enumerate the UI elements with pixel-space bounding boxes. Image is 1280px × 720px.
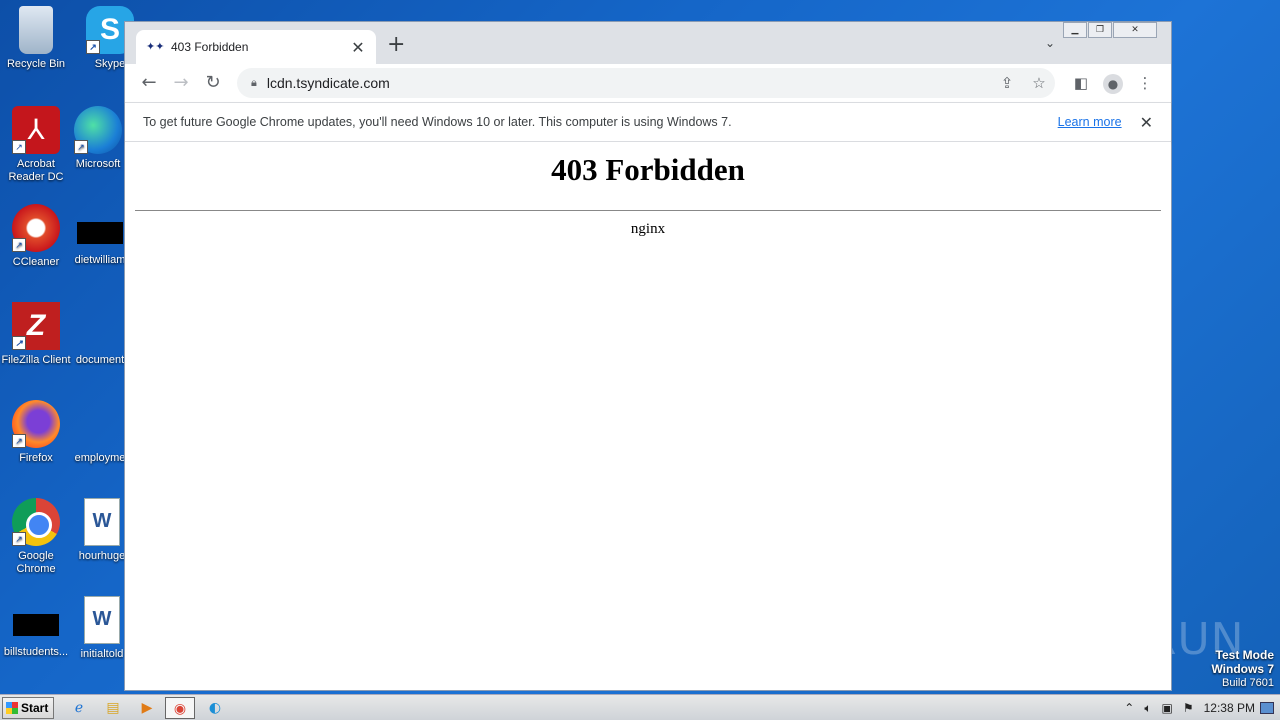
server-name: nginx xyxy=(630,221,666,237)
share-icon[interactable]: ⇪ xyxy=(991,74,1023,92)
page-title: 403 Forbidden xyxy=(551,152,745,187)
chrome-window: ✦✦ 403 Forbidden ✕ + ⌄ ▁ ❐ ✕ ← → ↻ 🔒︎ lc… xyxy=(124,21,1172,691)
desktop-icon-label: Recycle Bin xyxy=(6,58,66,70)
tab-title: 403 Forbidden xyxy=(171,40,249,54)
address-bar[interactable]: 🔒︎ lcdn.tsyndicate.com ⇪ ☆ xyxy=(237,68,1055,98)
ie-icon[interactable]: ℯ xyxy=(64,697,94,719)
show-desktop-button[interactable] xyxy=(1260,702,1274,714)
page-content: 403 Forbidden nginx xyxy=(125,142,1171,690)
restore-button[interactable]: ❐ xyxy=(1088,22,1112,38)
side-panel-icon[interactable]: ◧ xyxy=(1065,68,1097,98)
network-icon[interactable]: ▣ xyxy=(1162,701,1173,715)
divider xyxy=(135,210,1161,211)
file-icon xyxy=(76,302,124,350)
tab-strip: ✦✦ 403 Forbidden ✕ + ⌄ ▁ ❐ ✕ xyxy=(125,22,1171,64)
window-controls: ▁ ❐ ✕ xyxy=(1062,22,1157,38)
explorer-icon[interactable]: ▤ xyxy=(98,697,128,719)
bookmark-star-icon[interactable]: ☆ xyxy=(1023,74,1055,92)
test-mode-line3: Build 7601 xyxy=(1222,677,1274,689)
chrome-icon: ↗ xyxy=(12,498,60,546)
start-label: Start xyxy=(21,701,49,715)
desktop-icon-label: Google Chrome xyxy=(16,550,56,575)
recycle-bin-icon xyxy=(19,6,53,54)
url-text[interactable]: lcdn.tsyndicate.com xyxy=(267,75,991,91)
edge-icon[interactable]: ◐ xyxy=(200,697,230,719)
browser-toolbar: ← → ↻ 🔒︎ lcdn.tsyndicate.com ⇪ ☆ ◧ ● ⋮ xyxy=(125,64,1171,102)
desktop-icon-billstudents[interactable]: billstudents... xyxy=(0,596,72,659)
acrobat-icon: ⅄ ↗ xyxy=(12,106,60,154)
desktop-icon-label: billstudents... xyxy=(3,646,69,658)
minimize-button[interactable]: ▁ xyxy=(1063,22,1087,38)
forward-arrow-icon[interactable]: → xyxy=(165,67,197,99)
new-tab-button[interactable]: + xyxy=(387,34,405,56)
lock-icon[interactable]: 🔒︎ xyxy=(251,76,257,90)
edge-icon: ↗ xyxy=(74,106,122,154)
desktop-icon-firefox[interactable]: ↗ Firefox xyxy=(0,400,72,465)
toolbar-right: ◧ ● ⋮ xyxy=(1065,68,1161,98)
word-doc-icon: W xyxy=(84,596,120,644)
back-arrow-icon[interactable]: ← xyxy=(133,67,165,99)
file-icon xyxy=(76,400,124,448)
firefox-icon: ↗ xyxy=(12,400,60,448)
chrome-icon[interactable]: ◉ xyxy=(165,697,195,719)
file-icon xyxy=(77,222,123,244)
infobar-message: To get future Google Chrome updates, you… xyxy=(143,115,732,129)
tab-search-chevron-icon[interactable]: ⌄ xyxy=(1045,36,1055,50)
clock[interactable]: 12:38 PM xyxy=(1204,701,1255,715)
ccleaner-icon: ↗ xyxy=(12,204,60,252)
desktop-icon-recycle-bin[interactable]: Recycle Bin xyxy=(0,6,72,71)
file-icon xyxy=(13,614,59,636)
desktop-icon-filezilla[interactable]: Z ↗ FileZilla Client xyxy=(0,302,72,367)
tab-active[interactable]: ✦✦ 403 Forbidden ✕ xyxy=(136,30,376,64)
desktop-icon-label: Firefox xyxy=(19,452,53,464)
desktop-icon-label: FileZilla Client xyxy=(1,354,71,366)
desktop-icon-chrome[interactable]: ↗ Google Chrome xyxy=(0,498,72,576)
update-infobar: To get future Google Chrome updates, you… xyxy=(125,102,1171,142)
action-center-flag-icon[interactable]: ⚑ xyxy=(1183,701,1194,715)
person-icon: ● xyxy=(1103,73,1123,94)
learn-more-link[interactable]: Learn more xyxy=(1058,115,1122,129)
test-mode-line2: Windows 7 xyxy=(1211,662,1274,676)
word-doc-icon: W xyxy=(84,498,120,546)
windows-logo-icon xyxy=(6,702,18,714)
test-mode-line1: Test Mode xyxy=(1215,648,1274,662)
desktop-icon-label: CCleaner xyxy=(12,256,60,268)
tray-expand-icon[interactable]: ⌃ xyxy=(1124,701,1134,715)
infobar-close-icon[interactable]: ✕ xyxy=(1140,113,1153,132)
start-button[interactable]: Start xyxy=(2,697,54,719)
tab-close-icon[interactable]: ✕ xyxy=(350,38,366,57)
desktop-icon-ccleaner[interactable]: ↗ CCleaner xyxy=(0,204,72,269)
kebab-menu-icon[interactable]: ⋮ xyxy=(1129,68,1161,98)
media-player-icon[interactable]: ▶ xyxy=(132,697,162,719)
test-mode-notice: Test Mode Windows 7 Build 7601 xyxy=(1211,648,1274,690)
close-window-button[interactable]: ✕ xyxy=(1113,22,1157,38)
tsyndicate-favicon-icon: ✦✦ xyxy=(146,40,165,53)
system-tray: ⌃ 🔈︎ ▣ ⚑ 12:38 PM xyxy=(1119,695,1280,720)
taskbar: Start ℯ ▤ ▶ ◉ ◐ ⌃ 🔈︎ ▣ ⚑ 12:38 PM xyxy=(0,694,1280,720)
filezilla-icon: Z ↗ xyxy=(12,302,60,350)
volume-icon[interactable]: 🔈︎ xyxy=(1144,701,1151,716)
reload-icon[interactable]: ↻ xyxy=(197,67,229,99)
profile-avatar[interactable]: ● xyxy=(1097,68,1129,98)
